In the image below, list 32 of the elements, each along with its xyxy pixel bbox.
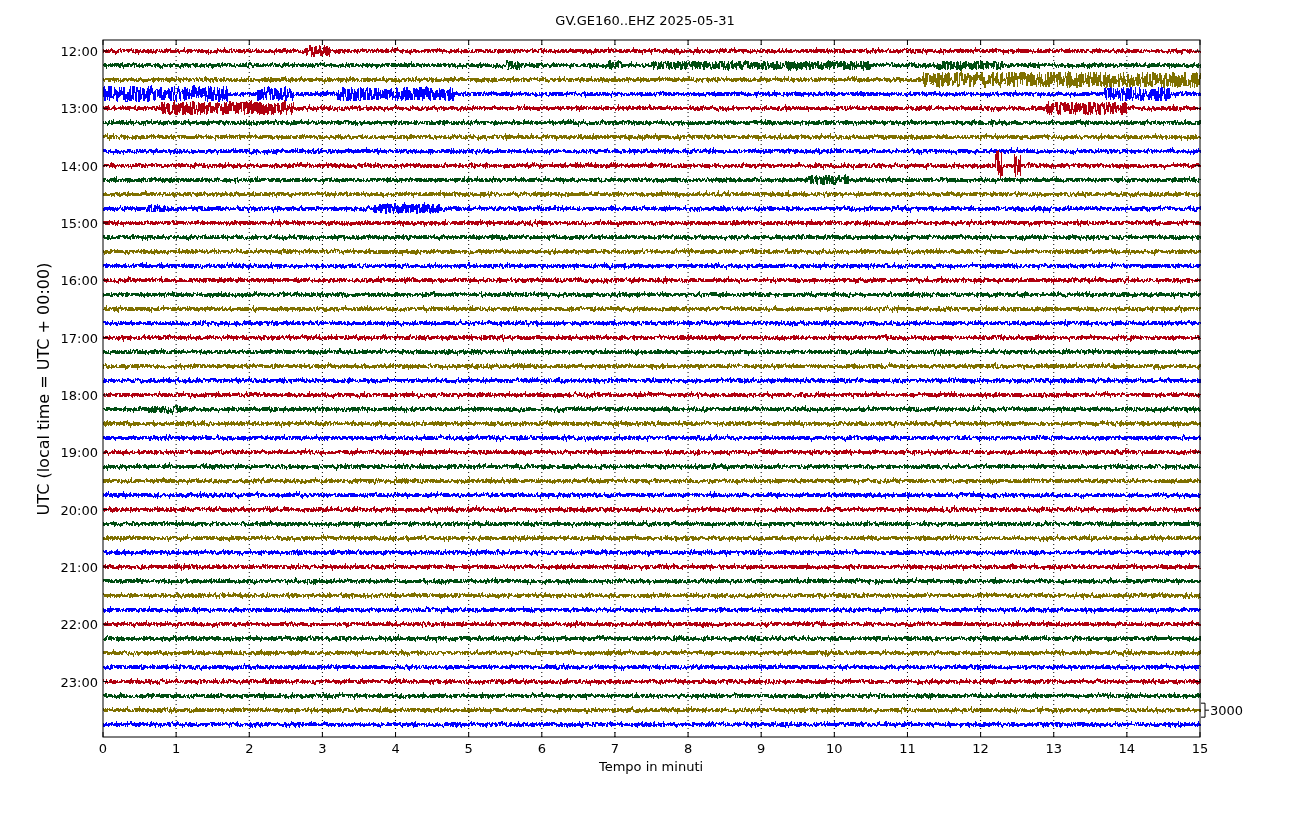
- y-tick-label: 23:00: [60, 674, 98, 690]
- x-axis-label: Tempo in minuti: [598, 759, 704, 774]
- y-tick-label: 21:00: [60, 559, 98, 575]
- x-tick-label: 5: [464, 741, 473, 756]
- x-tick-label: 1: [172, 741, 181, 756]
- x-tick-label: 4: [391, 741, 400, 756]
- y-tick-label: 18:00: [60, 387, 98, 403]
- x-tick-label: 9: [757, 741, 766, 756]
- x-tick-label: 12: [972, 741, 989, 756]
- chart-title: GV.GE160..EHZ 2025-05-31: [555, 13, 735, 28]
- x-tick-label: 13: [1045, 741, 1062, 756]
- x-tick-label: 11: [899, 741, 916, 756]
- scale-label: 3000: [1210, 703, 1244, 719]
- y-tick-label: 12:00: [60, 44, 98, 59]
- x-tick-label: 14: [1118, 741, 1136, 756]
- y-tick-label: 22:00: [60, 617, 98, 633]
- y-tick-label: 13:00: [60, 101, 98, 117]
- x-tick-label: 7: [610, 741, 620, 756]
- x-tick-label: 6: [537, 741, 546, 756]
- x-tick-label: 2: [245, 741, 254, 756]
- y-tick-label: 16:00: [60, 273, 98, 289]
- x-tick-label: 3: [318, 741, 327, 756]
- y-tick-label: 14:00: [60, 158, 98, 174]
- x-tick-label: 15: [1191, 741, 1209, 756]
- x-tick-label: 8: [683, 741, 693, 756]
- y-tick-label: 15:00: [60, 215, 98, 231]
- y-tick-label: 17:00: [60, 330, 98, 346]
- y-axis-label: UTC (local time = UTC + 00:00): [34, 262, 53, 516]
- x-tick-label: 0: [98, 741, 108, 756]
- y-tick-label: 20:00: [60, 502, 98, 518]
- x-tick-label: 10: [826, 741, 843, 756]
- y-tick-label: 19:00: [60, 445, 98, 461]
